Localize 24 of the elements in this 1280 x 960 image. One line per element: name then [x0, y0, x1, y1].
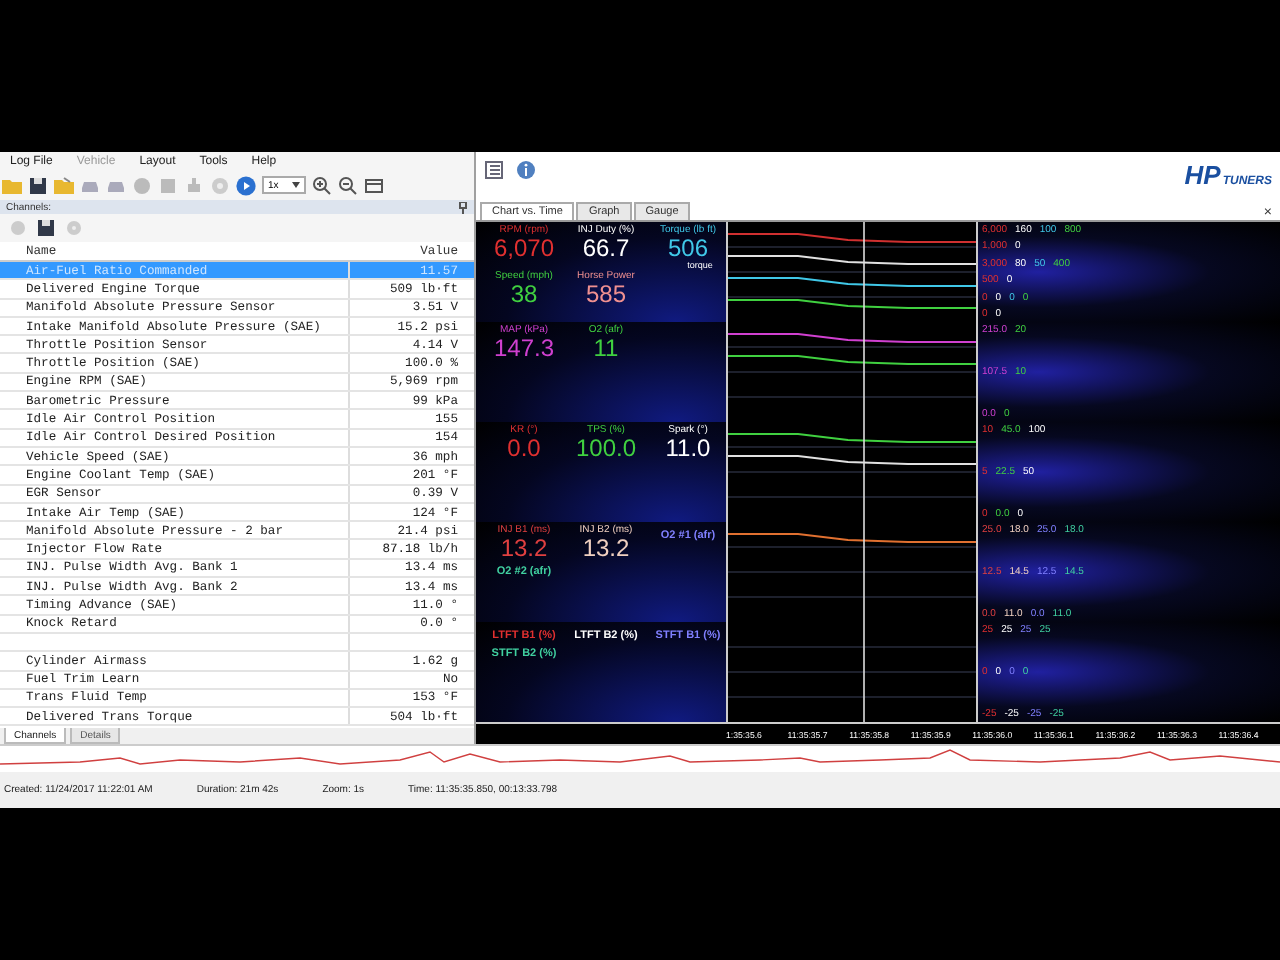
- gauge-value: 0.0: [507, 436, 541, 460]
- zoom-out-icon[interactable]: [338, 175, 358, 195]
- gauge-value: 506: [667, 236, 709, 260]
- list-icon[interactable]: [484, 160, 504, 180]
- gauge-value: 13.2: [582, 536, 630, 560]
- layout-icon[interactable]: [364, 175, 384, 195]
- stop-icon[interactable]: [158, 175, 178, 195]
- save-icon[interactable]: [28, 175, 48, 195]
- gauge-value: 38: [510, 282, 538, 306]
- zoom-in-icon[interactable]: [312, 175, 332, 195]
- gauge-value: 585: [585, 282, 627, 306]
- gauge-value: 11.0: [665, 436, 711, 460]
- gauge-value: 66.7: [582, 236, 630, 260]
- caret-icon: [292, 182, 300, 188]
- info-icon[interactable]: [516, 160, 536, 180]
- gauge-value: 13.2: [500, 536, 548, 560]
- pin-icon[interactable]: [458, 201, 468, 213]
- gauge-value: 147.3: [493, 336, 555, 360]
- gauge-value: 11: [593, 336, 619, 360]
- play-icon[interactable]: [236, 175, 256, 195]
- gauge-value: 6,070: [493, 236, 555, 260]
- record-icon[interactable]: [132, 175, 152, 195]
- save-icon[interactable]: [36, 218, 56, 238]
- gauge-value: 100.0: [575, 436, 637, 460]
